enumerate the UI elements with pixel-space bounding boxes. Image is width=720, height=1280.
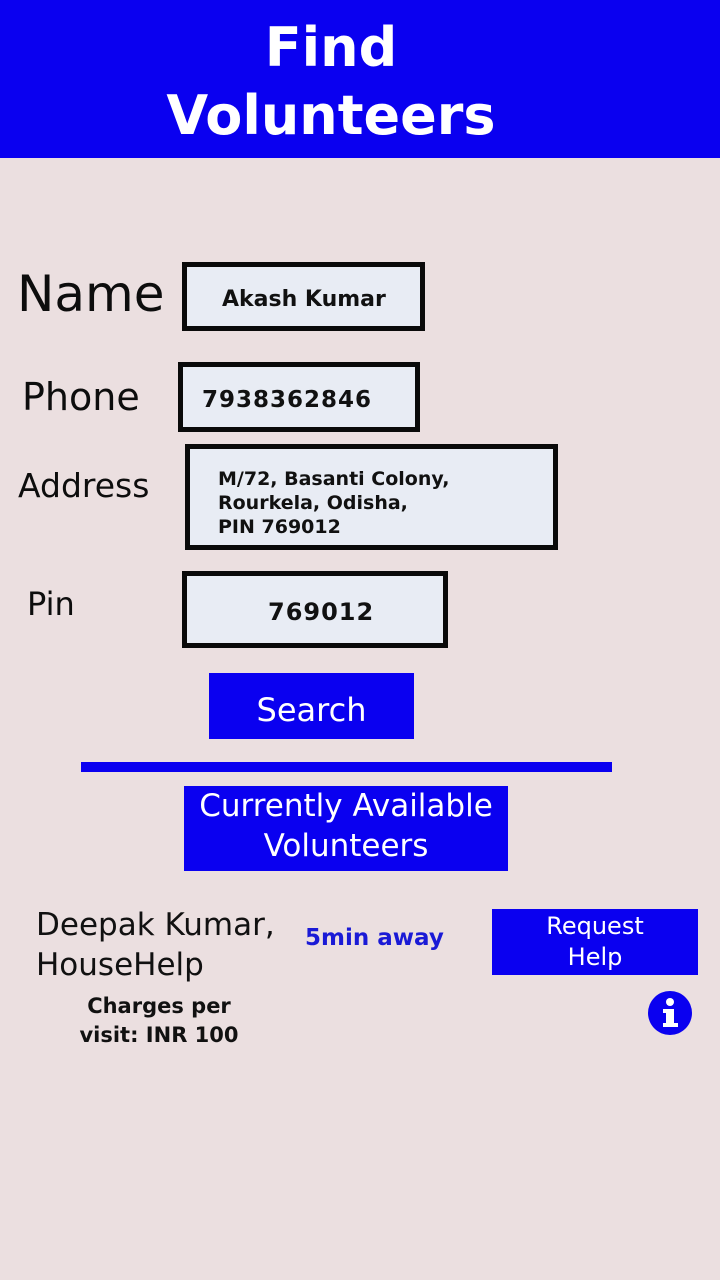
phone-label: Phone [22, 375, 140, 419]
phone-field-value: 7938362846 [202, 387, 373, 413]
phone-field[interactable]: 7938362846 [178, 362, 420, 432]
search-button[interactable]: Search [209, 673, 414, 739]
volunteer-name: Deepak Kumar, HouseHelp [36, 907, 275, 983]
volunteer-distance: 5min away [305, 925, 444, 951]
request-help-button[interactable]: Request Help [492, 909, 698, 975]
pin-label: Pin [27, 585, 75, 623]
pin-field[interactable]: 769012 [182, 571, 448, 648]
name-label: Name [17, 265, 165, 323]
info-icon-glyph [663, 998, 678, 1027]
address-field-value: M/72, Basanti Colony, Rourkela, Odisha, … [218, 468, 450, 538]
section-divider [81, 762, 612, 772]
address-field[interactable]: M/72, Basanti Colony, Rourkela, Odisha, … [185, 444, 558, 550]
app-header: Find Volunteers [0, 0, 720, 158]
page-title: Find Volunteers [166, 16, 496, 147]
address-label: Address [18, 466, 150, 505]
info-icon[interactable] [648, 991, 692, 1035]
volunteer-charges: Charges per visit: INR 100 [79, 994, 239, 1047]
available-volunteers-heading: Currently Available Volunteers [184, 786, 508, 871]
name-field-value: Akash Kumar [222, 287, 386, 312]
name-field[interactable]: Akash Kumar [182, 262, 425, 331]
pin-field-value: 769012 [268, 598, 375, 626]
